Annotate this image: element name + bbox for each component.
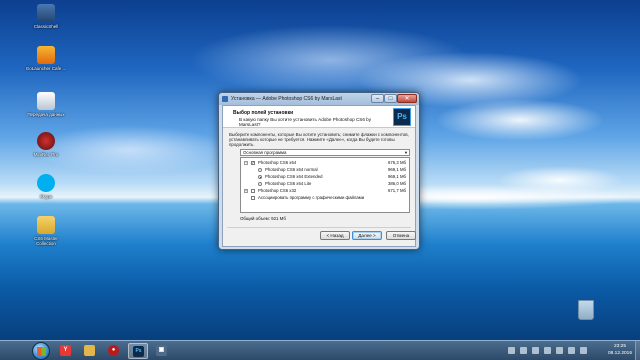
language-icon[interactable] — [580, 347, 587, 354]
components-tree: − Photoshop CS6 x64 676,3 Мб Photoshop C… — [240, 157, 410, 213]
chevron-down-icon: ▼ — [404, 150, 408, 155]
clock-time: 23:25 — [613, 344, 626, 349]
network-icon[interactable] — [556, 347, 563, 354]
cancel-button[interactable]: Отмена — [386, 231, 416, 240]
component-radio[interactable] — [258, 168, 262, 172]
taskbar: Y ● Ps ▣ 23:25 08.12.2016 — [0, 340, 640, 360]
show-desktop-button[interactable] — [635, 341, 640, 360]
desktop-icon-data-transfer[interactable]: Передача данных — [24, 92, 68, 117]
component-row[interactable]: − Photoshop CS6 x64 676,3 Мб — [241, 160, 409, 166]
golauncher-icon — [37, 46, 55, 64]
component-label: Ассоциировать программу с графическими ф… — [258, 195, 365, 200]
clock-date: 08.12.2016 — [607, 351, 632, 356]
component-row[interactable]: Photoshop CS6 x64 Extended 969,1 Мб — [241, 174, 409, 180]
component-size: 671,7 Мб — [388, 188, 406, 193]
component-label: Photoshop CS6 x64 normal — [265, 167, 318, 172]
desktop-icon-label: CS6 Master Collection — [34, 236, 58, 246]
desktop-icon-label: GoLauncher Cafe ... — [25, 66, 67, 71]
tray-icon[interactable] — [532, 347, 539, 354]
maximize-button[interactable]: □ — [384, 94, 397, 103]
install-type-select[interactable]: Основная программа ▼ — [240, 149, 410, 156]
desktop-icon-minirec[interactable]: MiniRec Pro — [24, 132, 68, 157]
component-row[interactable]: Ассоциировать программу с графическими ф… — [241, 195, 409, 201]
component-radio[interactable] — [258, 175, 262, 179]
taskbar-item-yandex[interactable]: Y — [56, 343, 76, 359]
photoshop-logo-icon: Ps — [393, 108, 411, 126]
component-row[interactable]: + Photoshop CS6 x32 671,7 Мб — [241, 188, 409, 194]
tray-icon[interactable] — [544, 347, 551, 354]
component-size: 969,1 Мб — [388, 174, 406, 179]
component-checkbox[interactable] — [251, 196, 255, 200]
expand-icon[interactable]: + — [244, 189, 248, 193]
component-row[interactable]: Photoshop CS6 x64 Lite 386,0 Мб — [241, 181, 409, 187]
component-label: Photoshop CS6 x32 — [258, 188, 297, 193]
desktop-icon-label: MiniRec Pro — [33, 152, 59, 157]
component-label: Photoshop CS6 x64 Extended — [265, 174, 323, 179]
back-button[interactable]: < Назад — [320, 231, 350, 240]
minimize-button[interactable]: – — [371, 94, 384, 103]
desktop-icon-label: ClassicShell — [33, 24, 59, 29]
component-radio[interactable] — [258, 182, 262, 186]
transfer-icon — [37, 92, 55, 110]
system-tray: 23:25 08.12.2016 — [420, 341, 640, 360]
taskbar-item-explorer[interactable] — [80, 343, 100, 359]
component-label: Photoshop CS6 x64 — [258, 160, 297, 165]
installer-window: Установка — Adobe Photoshop CS6 by MarsL… — [218, 92, 420, 250]
desktop-icon-label: Skype — [39, 194, 53, 199]
wizard-header-subtitle: В какую папку Вы хотите установить Adobe… — [239, 117, 372, 127]
desktop-icon-folder[interactable]: CS6 Master Collection — [24, 216, 68, 246]
system-clock[interactable]: 23:25 08.12.2016 — [608, 343, 632, 357]
total-size-label: Общий объем: 921 Мб — [240, 216, 286, 221]
component-checkbox[interactable] — [251, 189, 255, 193]
recycle-bin-icon[interactable] — [578, 300, 594, 320]
tray-icon[interactable] — [520, 347, 527, 354]
component-row[interactable]: Photoshop CS6 x64 normal 969,1 Мб — [241, 167, 409, 173]
footer-divider — [227, 227, 411, 228]
wizard-description: Выберите компоненты, которые Вы хотите у… — [229, 132, 409, 148]
component-size: 969,1 Мб — [388, 167, 406, 172]
yandex-icon: Y — [60, 345, 71, 356]
wizard-header-title: Выбор полей установки — [233, 110, 294, 116]
component-label: Photoshop CS6 x64 Lite — [265, 181, 312, 186]
installer-app-icon — [222, 96, 228, 102]
start-button[interactable] — [32, 342, 50, 360]
taskbar-item-media[interactable]: ● — [104, 343, 124, 359]
desktop-icon-label: Передача данных — [27, 112, 65, 117]
component-size: 676,3 Мб — [388, 160, 406, 165]
minirec-icon — [37, 132, 55, 150]
next-button[interactable]: Далее > — [352, 231, 382, 240]
desktop-icon-golauncher[interactable]: GoLauncher Cafe ... — [24, 46, 68, 71]
component-checkbox[interactable] — [251, 160, 255, 166]
collapse-icon[interactable]: − — [244, 161, 248, 165]
wizard-header: Выбор полей установки В какую папку Вы х… — [223, 106, 415, 128]
photoshop-icon: Ps — [133, 346, 144, 357]
close-button[interactable]: ✕ — [397, 94, 417, 103]
taskbar-item-photoshop[interactable]: Ps — [128, 343, 148, 359]
folder-icon — [84, 345, 95, 356]
desktop-icon-skype[interactable]: Skype — [24, 174, 68, 199]
window-title: Установка — Adobe Photoshop CS6 by MarsL… — [231, 96, 342, 102]
desktop-icon-classicshell[interactable]: ClassicShell — [24, 4, 68, 29]
classicshell-icon — [37, 4, 55, 22]
volume-icon[interactable] — [568, 347, 575, 354]
app-icon: ▣ — [156, 345, 167, 356]
skype-icon — [37, 174, 55, 192]
install-type-value: Основная программа — [243, 150, 287, 155]
component-size: 386,0 Мб — [388, 181, 406, 186]
windows-logo-icon — [37, 347, 46, 356]
folder-icon — [37, 216, 55, 234]
window-client-area: Выбор полей установки В какую папку Вы х… — [222, 105, 416, 247]
window-titlebar[interactable]: Установка — Adobe Photoshop CS6 by MarsL… — [219, 93, 419, 105]
media-player-icon: ● — [108, 345, 119, 356]
tray-icon[interactable] — [508, 347, 515, 354]
taskbar-item-app[interactable]: ▣ — [152, 343, 172, 359]
